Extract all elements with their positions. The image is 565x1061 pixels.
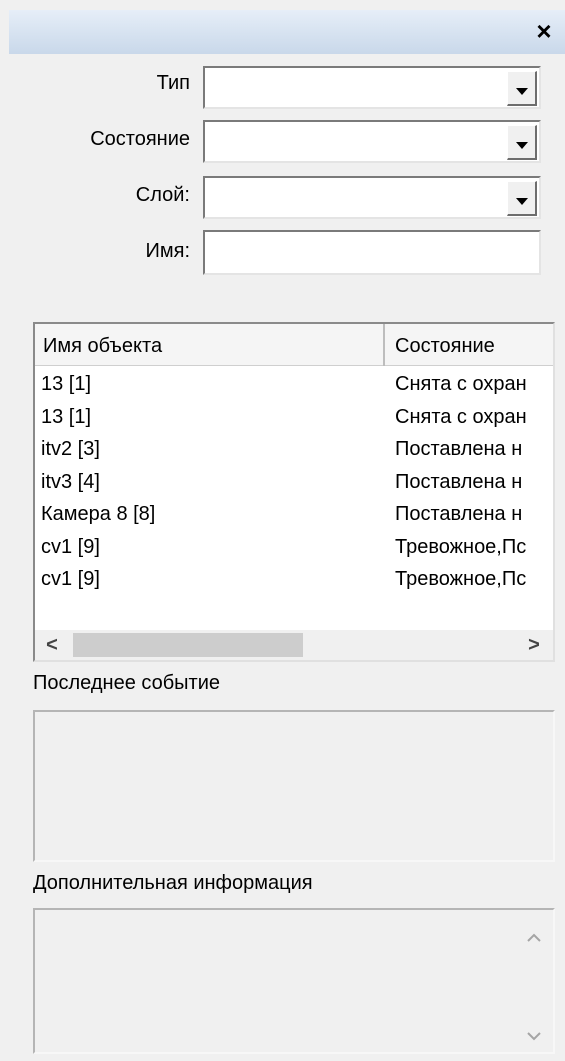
column-header-state[interactable]: Состояние: [387, 324, 553, 366]
row-state: Тревожное,Пс: [395, 568, 527, 590]
horizontal-scrollbar[interactable]: < >: [35, 630, 553, 660]
state-combobox[interactable]: [203, 120, 541, 163]
chevron-up-icon[interactable]: [521, 926, 547, 952]
type-dropdown-button[interactable]: [507, 71, 537, 106]
name-input[interactable]: [203, 230, 541, 275]
title-bar: ×: [9, 10, 565, 54]
additional-info-label: Дополнительная информация: [33, 872, 313, 894]
row-object-name: itv3 [4]: [41, 470, 100, 493]
list-row[interactable]: 13 [1] Снята с охран: [35, 401, 553, 434]
row-state: Поставлена н: [395, 438, 523, 460]
state-label: Состояние: [90, 128, 190, 150]
type-combobox[interactable]: [203, 66, 541, 109]
objects-list[interactable]: Имя объекта Состояние 13 [1] Снята с охр…: [33, 322, 555, 662]
close-button[interactable]: ×: [529, 16, 559, 46]
row-state: Снята с охран: [395, 373, 527, 395]
list-row[interactable]: cv1 [9] Тревожное,Пс: [35, 563, 553, 596]
row-state: Тревожное,Пс: [395, 535, 527, 558]
row-object-name: Камера 8 [8]: [41, 503, 156, 525]
type-label: Тип: [156, 72, 190, 94]
additional-info-box[interactable]: [33, 908, 555, 1054]
list-row[interactable]: 13 [1] Снята с охран: [35, 368, 553, 401]
row-object-name: cv1 [9]: [41, 568, 100, 590]
row-object-name: 13 [1]: [41, 373, 92, 395]
last-event-box: [33, 710, 555, 862]
row-state: Поставлена н: [395, 503, 523, 525]
list-row[interactable]: itv3 [4] Поставлена н: [35, 466, 553, 499]
last-event-label: Последнее событие: [33, 672, 221, 694]
list-rows: 13 [1] Снята с охран 13 [1] Снята с охра…: [35, 368, 553, 596]
list-row[interactable]: cv1 [9] Тревожное,Пс: [35, 531, 553, 564]
state-dropdown-button[interactable]: [507, 125, 537, 160]
row-object-name: 13 [1]: [41, 405, 92, 428]
column-header-object-name[interactable]: Имя объекта: [35, 324, 385, 366]
chevron-down-icon[interactable]: [521, 1024, 547, 1050]
layer-combobox[interactable]: [203, 176, 541, 219]
list-header: Имя объекта Состояние: [35, 324, 553, 366]
layer-dropdown-button[interactable]: [507, 181, 537, 216]
name-label: Имя:: [145, 240, 190, 262]
scroll-right-button[interactable]: >: [519, 630, 549, 660]
row-state: Снята с охран: [395, 405, 527, 428]
list-row[interactable]: itv2 [3] Поставлена н: [35, 433, 553, 466]
list-row[interactable]: Камера 8 [8] Поставлена н: [35, 498, 553, 531]
row-object-name: cv1 [9]: [41, 535, 100, 558]
horizontal-scroll-thumb[interactable]: [73, 633, 303, 657]
row-state: Поставлена н: [395, 470, 523, 493]
object-panel: × Тип Состояние Слой: Имя: Имя объекта С…: [0, 0, 565, 1061]
row-object-name: itv2 [3]: [41, 438, 100, 460]
layer-label: Слой:: [135, 184, 190, 206]
scroll-left-button[interactable]: <: [37, 630, 67, 660]
